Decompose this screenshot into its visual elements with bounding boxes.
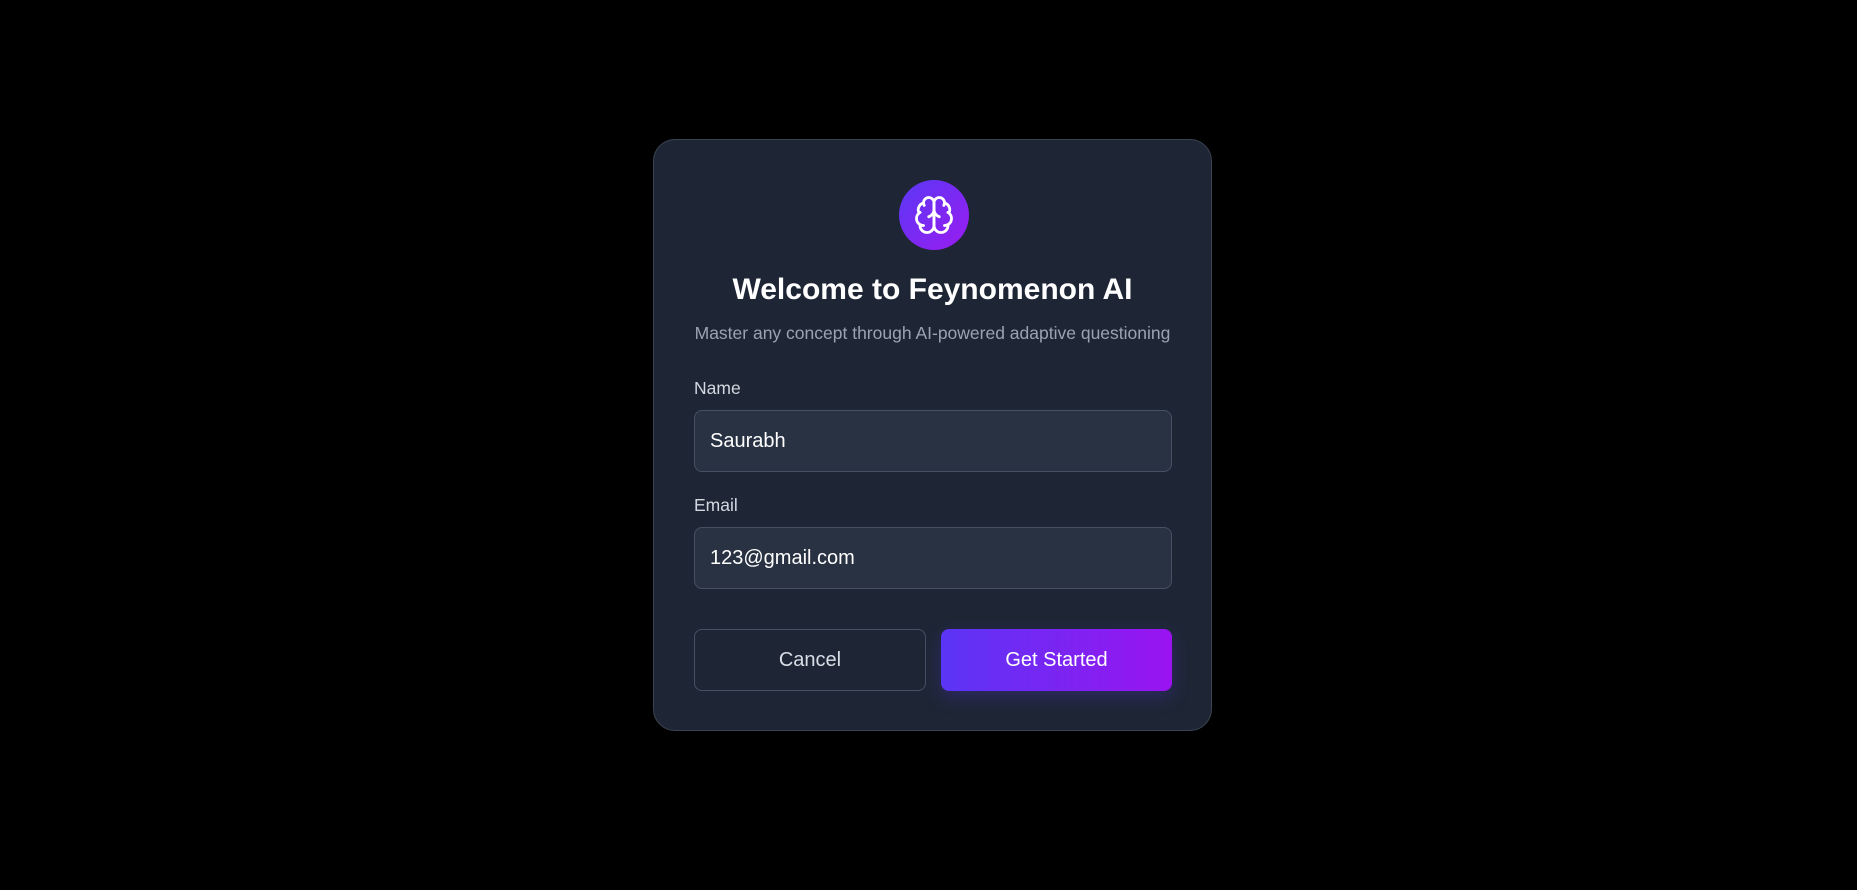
page-subtitle: Master any concept through AI-powered ad… xyxy=(694,323,1171,343)
brain-icon xyxy=(915,196,953,234)
welcome-dialog: Welcome to Feynomenon AI Master any conc… xyxy=(653,139,1212,731)
page-title: Welcome to Feynomenon AI xyxy=(732,273,1133,306)
logo-badge xyxy=(899,180,969,250)
name-label: Name xyxy=(694,378,741,398)
email-input[interactable] xyxy=(694,527,1172,589)
name-input[interactable] xyxy=(694,410,1172,472)
get-started-button[interactable]: Get Started xyxy=(941,629,1172,691)
cancel-button[interactable]: Cancel xyxy=(694,629,926,691)
email-label: Email xyxy=(694,495,738,515)
